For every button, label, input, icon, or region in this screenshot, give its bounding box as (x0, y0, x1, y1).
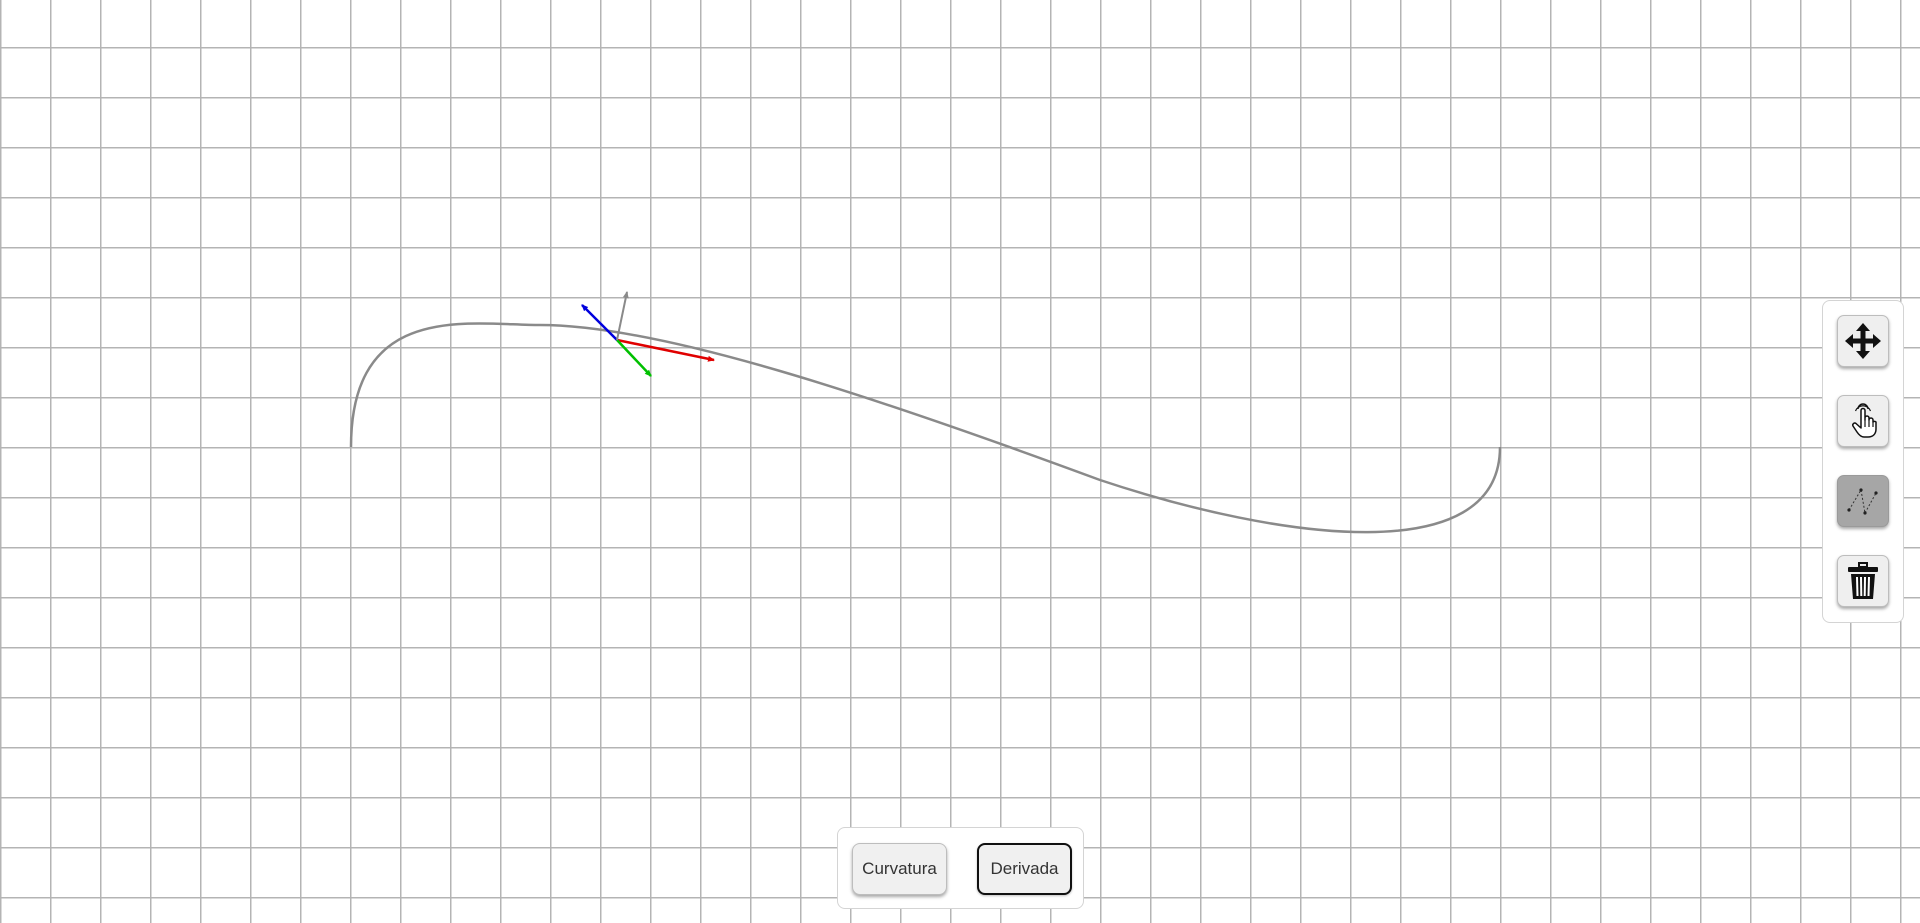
bezier-curve[interactable] (349, 322, 1502, 534)
move-tool-button[interactable] (1837, 315, 1889, 367)
tool-panel (1822, 300, 1904, 623)
control-polygon-icon (1847, 488, 1878, 515)
pointer-tool-button[interactable] (1837, 395, 1889, 447)
delete-tool-button[interactable] (1837, 555, 1889, 607)
bottom-panel: Curvatura Derivada (837, 827, 1084, 909)
frenet-frame (581, 291, 715, 377)
control-polygon-tool-button[interactable] (1837, 475, 1889, 527)
pointer-hand-icon (1852, 403, 1877, 438)
move-arrows-icon (1845, 323, 1881, 359)
derivative-button[interactable]: Derivada (977, 843, 1072, 895)
curve-layer (349, 291, 1502, 534)
binormal-vector (581, 304, 618, 341)
drawing-canvas[interactable] (0, 0, 1920, 923)
trash-icon (1848, 562, 1878, 599)
curvature-button[interactable]: Curvatura (852, 843, 947, 895)
